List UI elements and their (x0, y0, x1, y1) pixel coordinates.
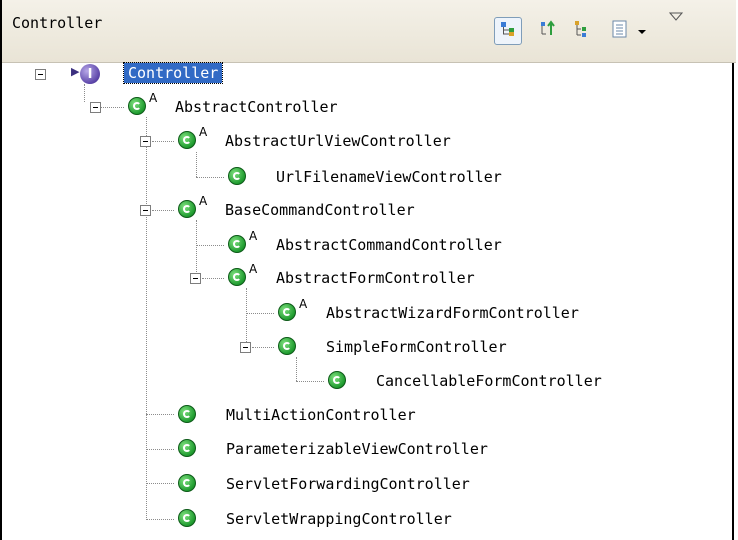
tree-node-label: CancellableFormController (376, 372, 602, 390)
tree-node-label: MultiActionController (226, 406, 416, 424)
class-icon (178, 439, 196, 457)
class-icon (278, 303, 296, 321)
tree-node[interactable]: A AbstractWizardFormController (2, 297, 736, 331)
interface-icon: I (80, 64, 100, 84)
view-menu-icon (668, 7, 684, 26)
class-icon (228, 167, 246, 185)
tree-node[interactable]: MultiActionController (2, 403, 736, 433)
tree-node[interactable]: A AbstractFormController (2, 262, 736, 296)
class-icon (178, 509, 196, 527)
class-icon (178, 474, 196, 492)
tree-node-label: ServletWrappingController (226, 510, 452, 528)
abstract-marker-icon: A (199, 194, 208, 208)
class-icon (228, 235, 246, 253)
abstract-marker-icon: A (149, 91, 158, 105)
subtype-hierarchy-button[interactable] (568, 17, 596, 45)
tree-node-label: AbstractFormController (276, 269, 475, 287)
tree-node[interactable]: ▶ I Controller (2, 62, 736, 92)
abstract-marker-icon: A (199, 125, 208, 139)
tree-node-label: ServletForwardingController (226, 475, 470, 493)
tree-node-label: AbstractUrlViewController (225, 132, 451, 150)
class-icon (278, 337, 296, 355)
history-list-button[interactable] (606, 17, 634, 45)
class-icon (178, 131, 196, 149)
tree-node-label: AbstractController (175, 98, 338, 116)
interface-marker-icon: ▶ (71, 65, 80, 78)
tree-node[interactable]: SimpleFormController (2, 335, 736, 365)
tree-node-label: UrlFilenameViewController (276, 168, 502, 186)
tree-node[interactable]: A AbstractUrlViewController (2, 125, 736, 159)
class-icon (178, 200, 196, 218)
tree-node[interactable]: A AbstractController (2, 91, 736, 125)
type-hierarchy-button[interactable] (494, 17, 522, 45)
tree-node[interactable]: A BaseCommandController (2, 194, 736, 228)
subtype-hierarchy-icon (573, 20, 591, 42)
abstract-marker-icon: A (249, 262, 258, 276)
view-menu-button[interactable] (666, 6, 686, 26)
supertype-hierarchy-icon (539, 20, 557, 42)
hierarchy-tree[interactable]: ▶ I Controller A AbstractController A Ab… (2, 62, 736, 540)
view-title-bar: Controller (2, 0, 736, 63)
supertype-hierarchy-button[interactable] (534, 17, 562, 45)
tree-node[interactable]: ServletForwardingController (2, 472, 736, 502)
abstract-marker-icon: A (299, 297, 308, 311)
abstract-marker-icon: A (249, 229, 258, 243)
tree-node[interactable]: UrlFilenameViewController (2, 165, 736, 195)
class-icon (328, 371, 346, 389)
view-title: Controller (12, 14, 103, 32)
tree-node-label: SimpleFormController (326, 338, 507, 356)
history-dropdown-button[interactable] (632, 17, 652, 45)
type-hierarchy-icon (499, 20, 517, 42)
class-icon (228, 268, 246, 286)
tree-node-label: Controller (122, 62, 224, 84)
class-icon (128, 97, 146, 115)
tree-node-label: AbstractCommandController (276, 236, 502, 254)
dropdown-arrow-icon (637, 22, 647, 41)
tree-node[interactable]: A AbstractCommandController (2, 229, 736, 263)
history-list-icon (611, 20, 629, 42)
tree-node-label: ParameterizableViewController (226, 440, 488, 458)
tree-node-label: AbstractWizardFormController (326, 304, 579, 322)
tree-node-label: BaseCommandController (225, 201, 415, 219)
tree-node[interactable]: ServletWrappingController (2, 507, 736, 537)
tree-node[interactable]: CancellableFormController (2, 369, 736, 399)
type-hierarchy-view: Controller ▶ I Controller A AbstractCont… (0, 0, 736, 540)
tree-node[interactable]: ParameterizableViewController (2, 437, 736, 467)
class-icon (178, 405, 196, 423)
